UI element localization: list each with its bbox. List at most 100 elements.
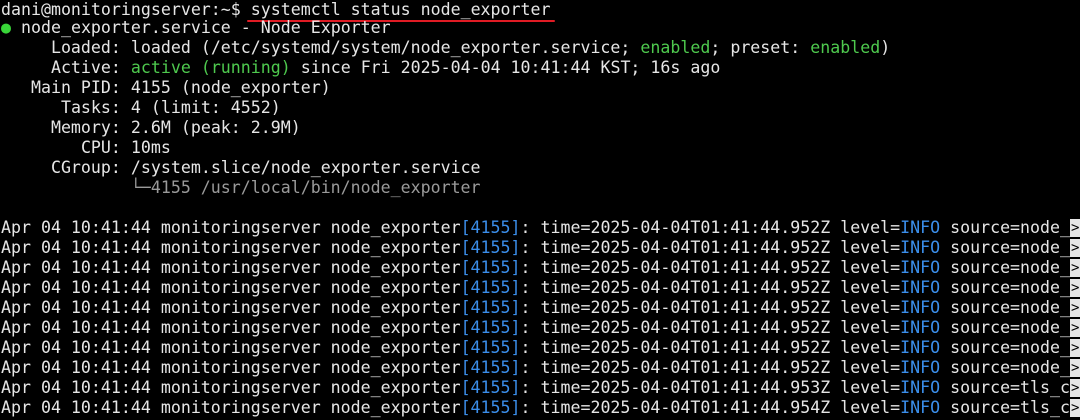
log-timestamp: : time=2025-04-04T01:41:44.952Z level= — [520, 278, 901, 297]
active-line: Active: active (running) since Fri 2025-… — [1, 58, 720, 78]
loaded-label: Loaded: — [50, 38, 121, 57]
log-level: INFO — [900, 338, 941, 357]
log-source: source=node_ — [940, 278, 1070, 297]
log-timestamp: : time=2025-04-04T01:41:44.952Z level= — [520, 218, 901, 237]
log-timestamp: : time=2025-04-04T01:41:44.952Z level= — [520, 258, 901, 277]
tasks-label: Tasks: — [60, 98, 121, 117]
line-continuation-glyph: > — [1071, 280, 1080, 296]
tasks-value: 4 (limit: 4552) — [130, 98, 281, 117]
log-prefix: Apr 04 10:41:44 monitoringserver node_ex… — [1, 378, 461, 397]
line-continuation-glyph: > — [1071, 400, 1080, 416]
line-continuation-marker: > — [1070, 299, 1080, 317]
log-level: INFO — [900, 398, 941, 417]
prompt-line: dani@monitoringserver:~$ systemctl statu… — [1, 0, 555, 22]
log-timestamp: : time=2025-04-04T01:41:44.953Z level= — [520, 378, 901, 397]
service-header: node_exporter.service - Node Exporter — [21, 18, 391, 37]
line-continuation-glyph: > — [1071, 240, 1080, 256]
line-continuation-glyph: > — [1071, 340, 1080, 356]
log-level: INFO — [900, 298, 941, 317]
loaded-close: ) — [880, 38, 891, 57]
log-prefix: Apr 04 10:41:44 monitoringserver node_ex… — [1, 358, 461, 377]
log-prefix: Apr 04 10:41:44 monitoringserver node_ex… — [1, 238, 461, 257]
log-source: source=node_ — [940, 338, 1070, 357]
line-continuation-marker: > — [1070, 279, 1080, 297]
log-line: Apr 04 10:41:44 monitoringserver node_ex… — [1, 358, 1070, 378]
cpu-line: CPU: 10ms — [1, 138, 171, 158]
terminal-window[interactable]: dani@monitoringserver:~$ systemctl statu… — [0, 0, 1080, 420]
line-continuation-glyph: > — [1071, 320, 1080, 336]
log-line: Apr 04 10:41:44 monitoringserver node_ex… — [1, 258, 1070, 278]
memory-line: Memory: 2.6M (peak: 2.9M) — [1, 118, 301, 138]
log-source: source=node_ — [940, 258, 1070, 277]
log-line: Apr 04 10:41:44 monitoringserver node_ex… — [1, 398, 1070, 418]
active-since: since Fri 2025-04-04 10:41:44 KST; 16s a… — [300, 58, 721, 77]
log-pid: [4155] — [460, 358, 521, 377]
loaded-preset-label: ; preset: — [710, 38, 801, 57]
log-prefix: Apr 04 10:41:44 monitoringserver node_ex… — [1, 278, 461, 297]
log-prefix: Apr 04 10:41:44 monitoringserver node_ex… — [1, 258, 461, 277]
log-source: source=node_ — [940, 238, 1070, 257]
log-timestamp: : time=2025-04-04T01:41:44.952Z level= — [520, 298, 901, 317]
command-text: systemctl status node_exporter — [246, 0, 555, 22]
log-prefix: Apr 04 10:41:44 monitoringserver node_ex… — [1, 218, 461, 237]
line-continuation-glyph: > — [1071, 220, 1080, 236]
log-timestamp: : time=2025-04-04T01:41:44.952Z level= — [520, 238, 901, 257]
line-continuation-marker: > — [1070, 399, 1080, 417]
loaded-path: loaded (/etc/systemd/system/node_exporte… — [130, 38, 631, 57]
log-pid: [4155] — [460, 338, 521, 357]
line-continuation-glyph: > — [1071, 360, 1080, 376]
line-continuation-marker: > — [1070, 239, 1080, 257]
log-line: Apr 04 10:41:44 monitoringserver node_ex… — [1, 338, 1070, 358]
active-label: Active: — [50, 58, 121, 77]
log-pid: [4155] — [460, 258, 521, 277]
log-level: INFO — [900, 278, 941, 297]
log-timestamp: : time=2025-04-04T01:41:44.952Z level= — [520, 318, 901, 337]
log-pid: [4155] — [460, 378, 521, 397]
line-continuation-marker: > — [1070, 359, 1080, 377]
log-pid: [4155] — [460, 298, 521, 317]
cpu-label: CPU: — [80, 138, 121, 157]
log-line: Apr 04 10:41:44 monitoringserver node_ex… — [1, 378, 1070, 398]
log-level: INFO — [900, 258, 941, 277]
log-prefix: Apr 04 10:41:44 monitoringserver node_ex… — [1, 398, 461, 417]
log-level: INFO — [900, 378, 941, 397]
line-continuation-marker: > — [1070, 259, 1080, 277]
line-continuation-marker: > — [1070, 379, 1080, 397]
log-source: source=node_ — [940, 218, 1070, 237]
log-line: Apr 04 10:41:44 monitoringserver node_ex… — [1, 318, 1070, 338]
log-source: source=tls_c — [940, 378, 1070, 397]
tasks-line: Tasks: 4 (limit: 4552) — [1, 98, 281, 118]
log-pid: [4155] — [460, 318, 521, 337]
cpu-value: 10ms — [130, 138, 171, 157]
line-continuation-glyph: > — [1071, 300, 1080, 316]
log-timestamp: : time=2025-04-04T01:41:44.954Z level= — [520, 398, 901, 417]
loaded-enabled: enabled — [640, 38, 711, 57]
cgroup-line: CGroup: /system.slice/node_exporter.serv… — [1, 158, 481, 178]
main-pid-line: Main PID: 4155 (node_exporter) — [1, 78, 331, 98]
log-pid: [4155] — [460, 278, 521, 297]
log-line: Apr 04 10:41:44 monitoringserver node_ex… — [1, 218, 1070, 238]
memory-value: 2.6M (peak: 2.9M) — [130, 118, 301, 137]
prompt-user-host: dani@monitoringserver:~$ — [1, 0, 241, 19]
log-timestamp: : time=2025-04-04T01:41:44.952Z level= — [520, 358, 901, 377]
log-pid: [4155] — [460, 398, 521, 417]
main-pid-value: 4155 (node_exporter) — [130, 78, 331, 97]
log-line: Apr 04 10:41:44 monitoringserver node_ex… — [1, 238, 1070, 258]
cgroup-child-process: └─4155 /usr/local/bin/node_exporter — [130, 178, 481, 197]
memory-label: Memory: — [50, 118, 121, 137]
status-dot-icon: ● — [1, 18, 11, 37]
log-source: source=node_ — [940, 358, 1070, 377]
line-continuation-glyph: > — [1071, 260, 1080, 276]
line-continuation-marker: > — [1070, 339, 1080, 357]
log-prefix: Apr 04 10:41:44 monitoringserver node_ex… — [1, 318, 461, 337]
log-source: source=node_ — [940, 298, 1070, 317]
line-continuation-glyph: > — [1071, 380, 1080, 396]
log-level: INFO — [900, 238, 941, 257]
log-line: Apr 04 10:41:44 monitoringserver node_ex… — [1, 278, 1070, 298]
cgroup-value: /system.slice/node_exporter.service — [130, 158, 481, 177]
active-state: active (running) — [130, 58, 291, 77]
service-header-line: ● node_exporter.service - Node Exporter — [1, 18, 391, 38]
line-continuation-marker: > — [1070, 319, 1080, 337]
main-pid-label: Main PID: — [30, 78, 121, 97]
log-timestamp: : time=2025-04-04T01:41:44.952Z level= — [520, 338, 901, 357]
